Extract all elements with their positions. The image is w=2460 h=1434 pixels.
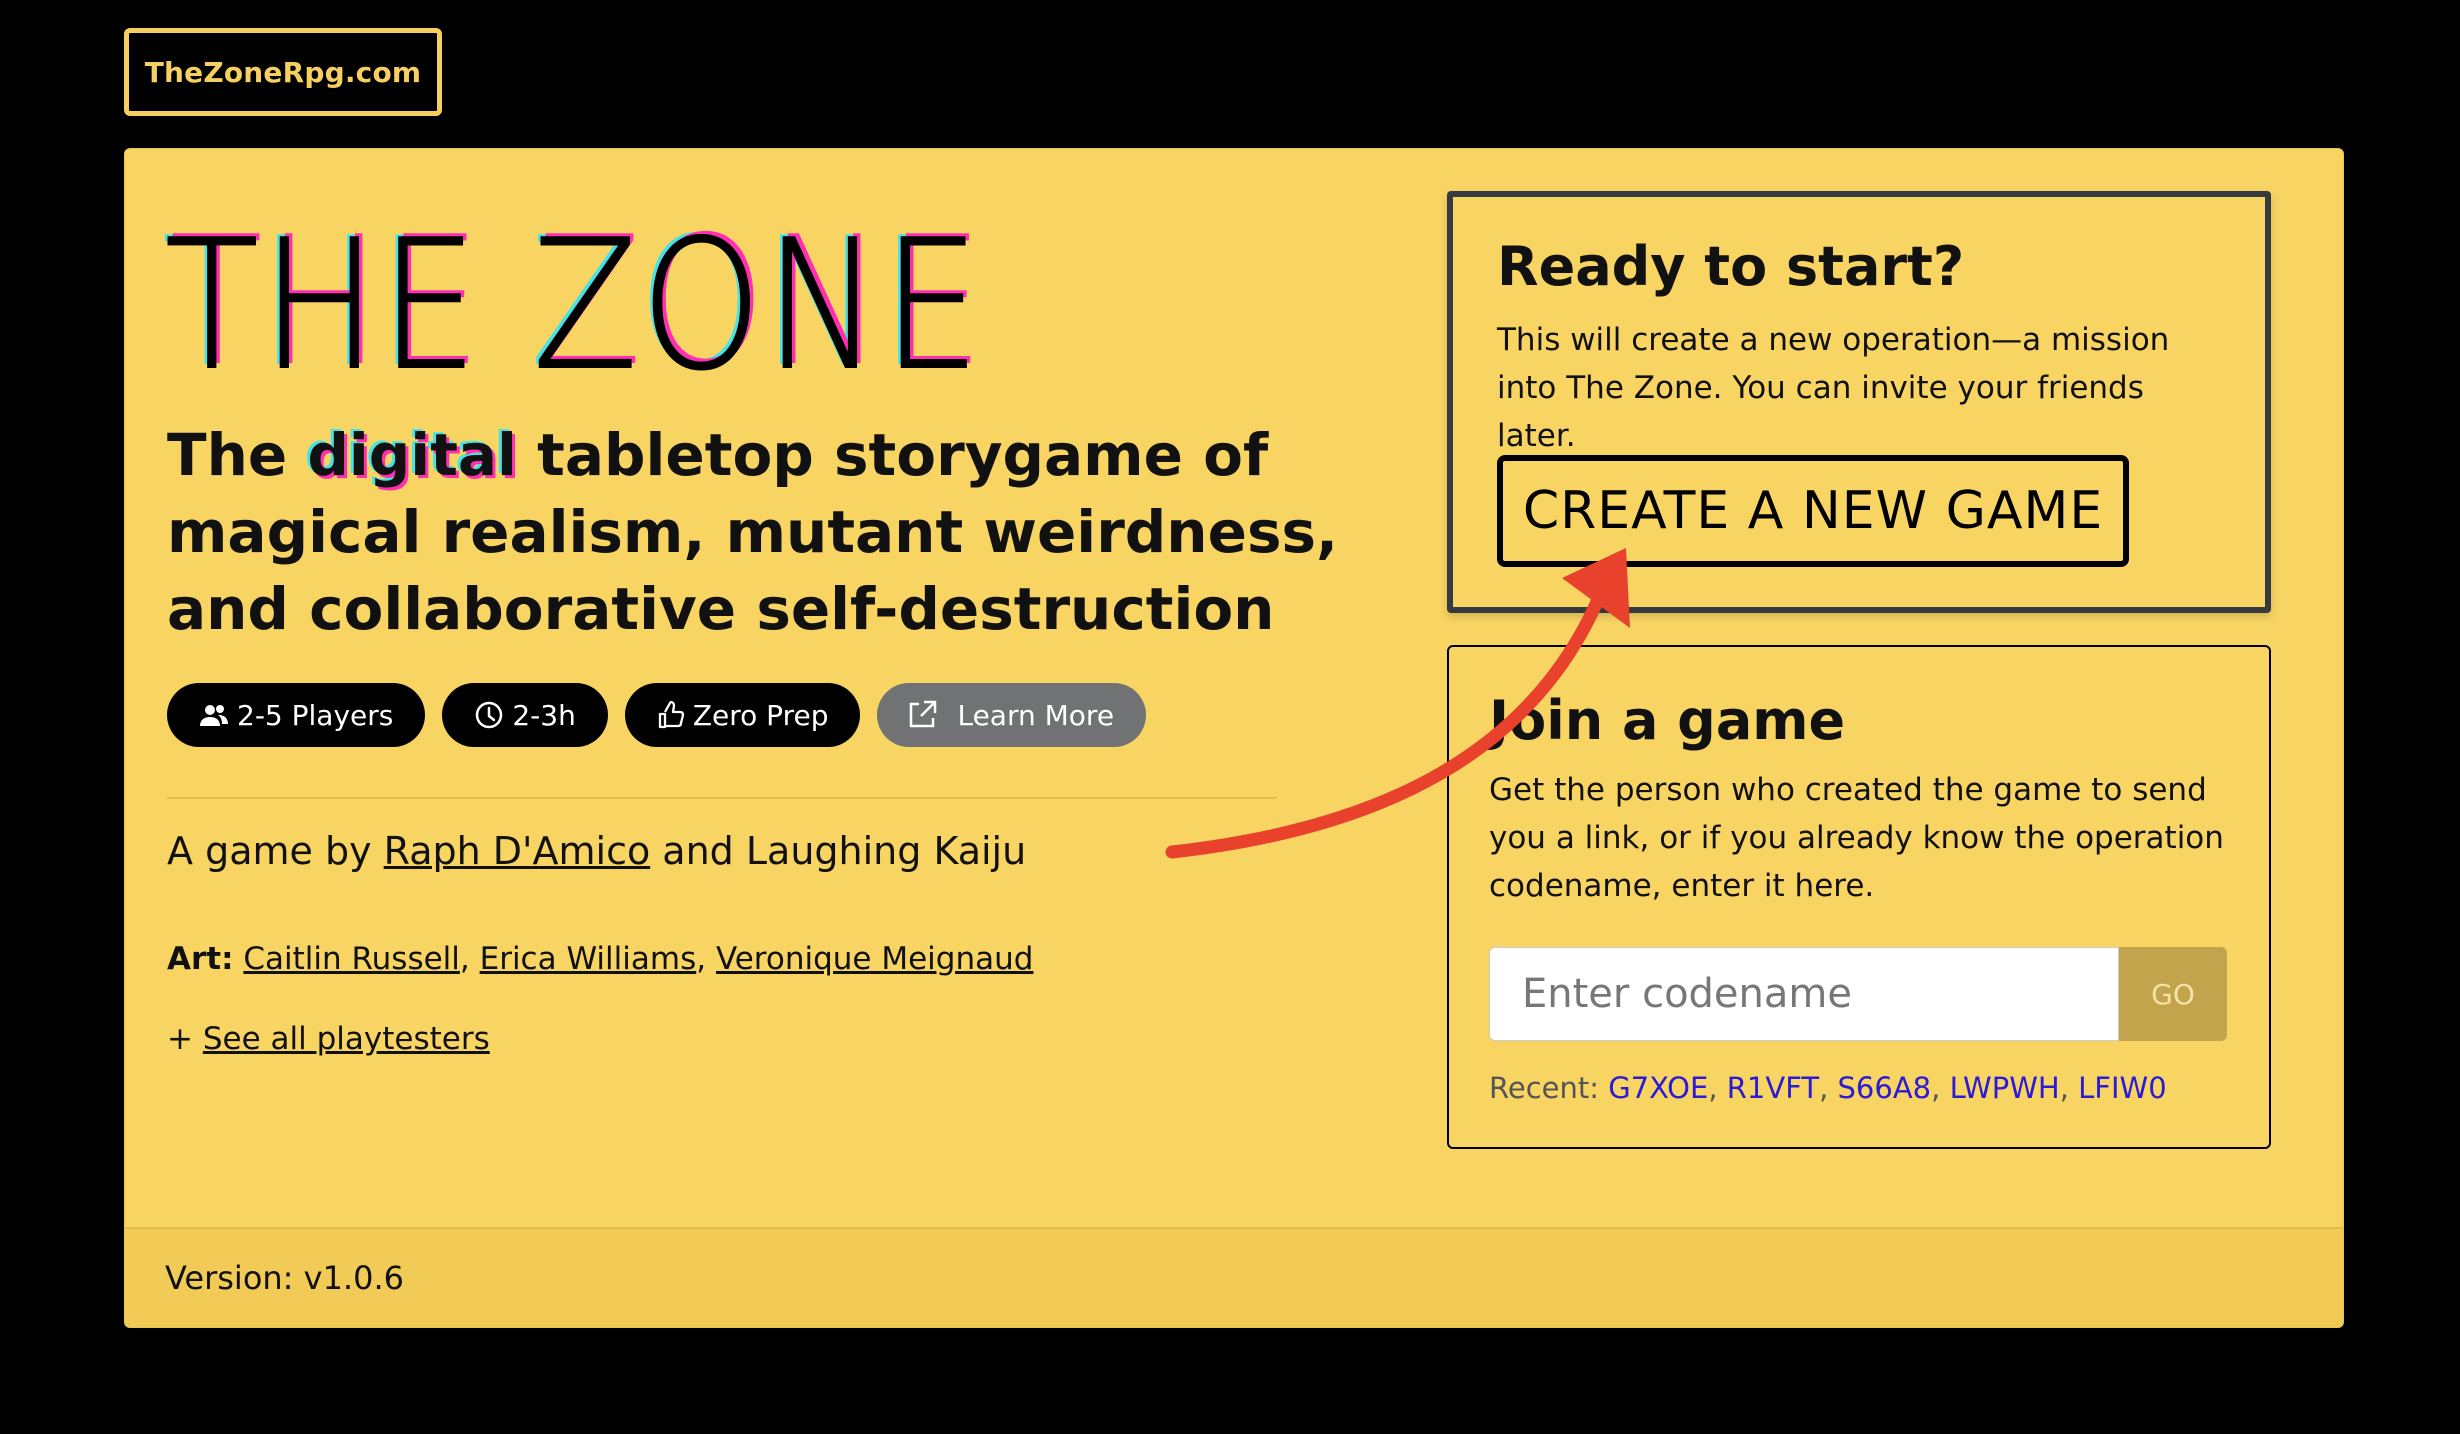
join-panel: Join a game Get the person who created t… <box>1447 645 2271 1149</box>
playtesters: + See all playtesters <box>167 1021 490 1057</box>
players-label: 2-5 Players <box>237 698 394 732</box>
recent-games: Recent: G7XOE, R1VFT, S66A8, LWPWH, LFIW… <box>1489 1071 2167 1105</box>
artist-link[interactable]: Caitlin Russell <box>243 941 460 977</box>
byline-suffix: and Laughing Kaiju <box>650 829 1027 873</box>
learn-more-label: Learn More <box>957 698 1115 732</box>
prep-label: Zero Prep <box>692 698 829 732</box>
join-description: Get the person who created the game to s… <box>1489 772 2224 904</box>
playtesters-link[interactable]: See all playtesters <box>203 1021 490 1057</box>
feature-pills: 2-5 Players 2-3h Zero Prep Learn More <box>167 683 1147 747</box>
players-pill: 2-5 Players <box>167 683 426 747</box>
byline: A game by Raph D'Amico and Laughing Kaij… <box>167 829 1026 873</box>
duration-label: 2-3h <box>512 698 576 732</box>
artist-link[interactable]: Veronique Meignaud <box>716 941 1034 977</box>
codename-input[interactable] <box>1489 947 2119 1041</box>
artist-link[interactable]: Erica Williams <box>480 941 697 977</box>
main-card: THE ZONE The digital tabletop storygame … <box>124 148 2344 1328</box>
section-divider <box>167 797 1277 799</box>
game-title: THE ZONE <box>164 202 984 409</box>
footer: Version: v1.0.6 <box>125 1227 2343 1327</box>
recent-code-link[interactable]: R1VFT <box>1727 1071 1819 1105</box>
tagline-start: The <box>167 421 308 489</box>
art-credits: Art: Caitlin Russell, Erica Williams, Ve… <box>167 941 1034 977</box>
thumbs-up-icon <box>657 700 685 730</box>
join-heading: Join a game <box>1489 689 1846 752</box>
duration-pill: 2-3h <box>442 683 608 747</box>
site-home-link[interactable]: TheZoneRpg.com <box>124 28 442 116</box>
recent-code-link[interactable]: G7XOE <box>1608 1071 1708 1105</box>
tagline-glitch-word: digital <box>307 421 517 489</box>
external-link-icon <box>905 698 939 732</box>
codename-form: GO <box>1489 947 2227 1041</box>
ready-description: This will create a new operation—a missi… <box>1497 322 2170 454</box>
prep-pill: Zero Prep <box>624 683 861 747</box>
learn-more-button[interactable]: Learn More <box>877 683 1147 747</box>
recent-label: Recent: <box>1489 1071 1599 1105</box>
users-icon <box>199 702 229 728</box>
byline-prefix: A game by <box>167 829 384 873</box>
ready-panel: Ready to start? This will create a new o… <box>1447 191 2271 613</box>
author-link[interactable]: Raph D'Amico <box>384 829 651 873</box>
clock-icon <box>474 700 504 730</box>
art-label: Art: <box>167 941 234 977</box>
recent-code-link[interactable]: LWPWH <box>1950 1071 2060 1105</box>
playtesters-prefix: + <box>167 1021 203 1057</box>
recent-code-link[interactable]: S66A8 <box>1838 1071 1932 1105</box>
tagline: The digital tabletop storygame of magica… <box>167 417 1427 648</box>
create-game-button[interactable]: CREATE A NEW GAME <box>1497 455 2129 567</box>
go-button[interactable]: GO <box>2119 947 2227 1041</box>
version-text: Version: v1.0.6 <box>165 1259 404 1297</box>
ready-heading: Ready to start? <box>1497 235 1965 298</box>
recent-code-link[interactable]: LFIW0 <box>2078 1071 2167 1105</box>
